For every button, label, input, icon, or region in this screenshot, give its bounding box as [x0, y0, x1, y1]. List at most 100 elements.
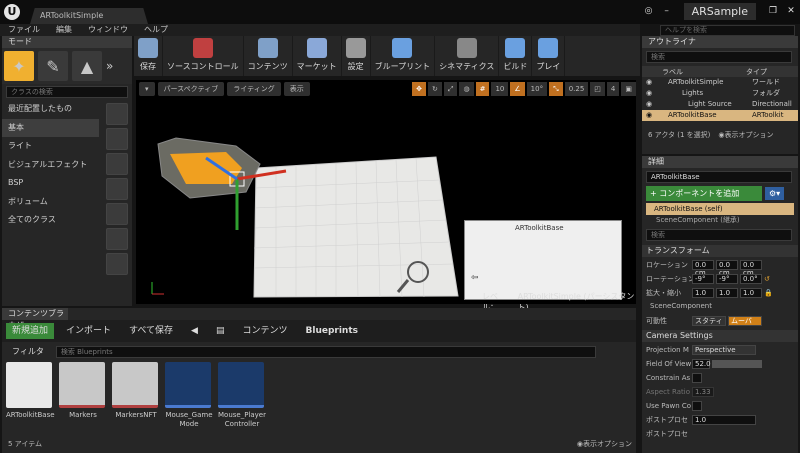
close-icon[interactable]: ✕ — [782, 3, 800, 19]
level-tab[interactable]: ARToolkitSimple — [30, 8, 148, 24]
scale-x[interactable]: 1.0 — [692, 288, 714, 298]
col-type[interactable]: タイプ — [746, 67, 767, 77]
menu-help[interactable]: ヘルプ — [136, 24, 176, 36]
camera-settings-header[interactable]: Camera Settings — [642, 330, 798, 342]
asset-tile[interactable]: Mouse_Player Controller — [218, 362, 266, 429]
fov-field[interactable]: 52.0 — [692, 359, 711, 369]
help-search-input[interactable]: ヘルプを検索 — [660, 25, 795, 36]
details-search-input[interactable]: 検索 — [646, 229, 792, 241]
camera-speed[interactable]: 4 — [606, 82, 620, 96]
rotation-snap-icon[interactable]: ∠ — [510, 82, 525, 96]
actor-thumb[interactable] — [106, 203, 128, 225]
projection-dropdown[interactable]: Perspective — [692, 345, 756, 355]
blueprint-button[interactable]: ⚙▾ — [765, 187, 785, 200]
add-component-button[interactable]: + コンポーネントを追加 — [646, 186, 762, 201]
eye-icon[interactable]: ◉ — [646, 99, 654, 110]
asset-tile[interactable]: ARToolkitBase — [6, 362, 55, 429]
aspect-field[interactable]: 1.33 — [692, 387, 714, 397]
loc-x[interactable]: 0.0 cm — [692, 260, 714, 277]
toolbar-button-7[interactable]: ビルド — [499, 36, 533, 76]
viewport-menu-icon[interactable]: ▾ — [139, 82, 155, 96]
rot-z[interactable]: 0.0° — [740, 274, 762, 284]
lighting-button[interactable]: ライティング — [227, 82, 281, 96]
eye-icon[interactable]: ◉ — [646, 77, 654, 88]
save-all-button[interactable]: すべて保存 — [123, 323, 179, 339]
toolbar-button-6[interactable]: シネマティクス — [435, 36, 500, 76]
camera-speed-icon[interactable]: ◰ — [590, 82, 605, 96]
actor-thumb[interactable] — [106, 178, 128, 200]
world-icon[interactable]: ◍ — [459, 82, 474, 96]
component-scene[interactable]: SceneComponent (継承) — [642, 215, 798, 225]
actor-thumb[interactable] — [106, 103, 128, 125]
view-options-button[interactable]: 表示オプション — [725, 130, 774, 140]
scale-z[interactable]: 1.0 — [740, 288, 762, 298]
scale-snap[interactable]: 0.25 — [564, 82, 589, 96]
grid-snap-icon[interactable]: # — [475, 82, 490, 96]
maximize-icon[interactable]: ❐ — [764, 3, 782, 19]
pawn-checkbox[interactable] — [692, 401, 702, 411]
postprocess-field[interactable]: 1.0 — [692, 415, 756, 425]
outliner-row-selected[interactable]: ◉ ARToolkitBase ARToolkit — [642, 110, 798, 121]
minimize-icon[interactable]: – — [658, 3, 676, 19]
outliner-search-input[interactable]: 検索 — [646, 51, 792, 63]
rotate-tool-icon[interactable]: ↻ — [427, 82, 442, 96]
toolbar-button-0[interactable]: 保存 — [134, 36, 163, 76]
menu-file[interactable]: ファイル — [0, 24, 48, 36]
show-button[interactable]: 表示 — [283, 82, 310, 96]
outliner-row[interactable]: ◉ Lights フォルダ — [642, 88, 798, 99]
asset-tile[interactable]: Mouse_Game Mode — [165, 362, 213, 429]
toolbar-button-1[interactable]: ソースコントロール — [163, 36, 244, 76]
translate-tool-icon[interactable]: ✥ — [412, 82, 426, 96]
lock-icon[interactable]: 🔒 — [764, 289, 773, 297]
path-root[interactable]: コンテンツ — [236, 323, 293, 339]
add-new-button[interactable]: 新規追加 — [6, 323, 55, 339]
actor-thumb[interactable] — [106, 253, 128, 275]
toolbar-button-3[interactable]: マーケット — [293, 36, 342, 76]
toolbar-button-4[interactable]: 設定 — [342, 36, 371, 76]
fov-slider[interactable] — [712, 360, 762, 368]
outliner-tab[interactable]: アウトライナ — [642, 36, 798, 48]
class-search-input[interactable]: クラスの検索 — [6, 86, 128, 98]
filter-button[interactable]: フィルタ — [6, 346, 50, 358]
mobility-movable[interactable]: ムーバ — [728, 316, 762, 326]
toolbar-button-8[interactable]: プレイ — [532, 36, 566, 76]
transform-header[interactable]: トランスフォーム — [642, 245, 798, 257]
rot-y[interactable]: -9° — [716, 274, 738, 284]
chevron-right-icon[interactable]: » — [106, 59, 113, 73]
asset-search-input[interactable]: 検索 Blueprints — [55, 346, 596, 358]
actor-thumb[interactable] — [106, 153, 128, 175]
rot-x[interactable]: -9° — [692, 274, 714, 284]
menu-window[interactable]: ウィンドウ — [80, 24, 136, 36]
level-viewport[interactable]: ▾ パースペクティブ ライティング 表示 ✥ ↻ ⤢ ◍ # 10 ∠ 10° … — [136, 80, 636, 312]
scale-snap-icon[interactable]: ⤡ — [549, 82, 563, 96]
loc-z[interactable]: 0.0 cm — [740, 260, 762, 277]
path-blueprints[interactable]: Blueprints — [300, 323, 365, 339]
back-icon[interactable]: ◀ — [185, 323, 204, 339]
actor-name-field[interactable]: ARToolkitBase — [646, 171, 792, 183]
constrain-checkbox[interactable] — [692, 373, 702, 383]
landscape-mode-icon[interactable]: ▲ — [72, 51, 102, 81]
mobility-static[interactable]: スタティ — [692, 316, 726, 326]
scale-y[interactable]: 1.0 — [716, 288, 738, 298]
paint-mode-icon[interactable]: ✎ — [38, 51, 68, 81]
place-mode-icon[interactable]: ✦ — [4, 51, 34, 81]
outliner-row[interactable]: ◉ Light Source Directionall — [642, 99, 798, 110]
import-button[interactable]: インポート — [60, 323, 117, 339]
view-options-button[interactable]: 表示オプション — [583, 439, 632, 449]
col-label[interactable]: ラベル — [662, 67, 746, 77]
asset-tile[interactable]: Markers — [59, 362, 107, 429]
actor-thumb[interactable] — [106, 228, 128, 250]
maximize-viewport-icon[interactable]: ▣ — [621, 82, 636, 96]
toolbar-button-2[interactable]: コンテンツ — [244, 36, 293, 76]
outliner-row[interactable]: ◉ ARToolkitSimple ワールド — [642, 77, 798, 88]
loc-y[interactable]: 0.0 cm — [716, 260, 738, 277]
grid-size[interactable]: 10 — [491, 82, 509, 96]
component-self[interactable]: ARToolkitBase (self) — [646, 203, 794, 215]
details-tab[interactable]: 詳細 — [642, 156, 798, 168]
eye-icon[interactable]: ◉ — [646, 110, 654, 121]
rotation-snap[interactable]: 10° — [526, 82, 548, 96]
compass-icon[interactable]: ◎ — [640, 3, 658, 19]
actor-thumb[interactable] — [106, 128, 128, 150]
content-browser-tab[interactable]: コンテンツブラウザ — [2, 308, 68, 330]
eye-icon[interactable]: ◉ — [646, 88, 654, 99]
